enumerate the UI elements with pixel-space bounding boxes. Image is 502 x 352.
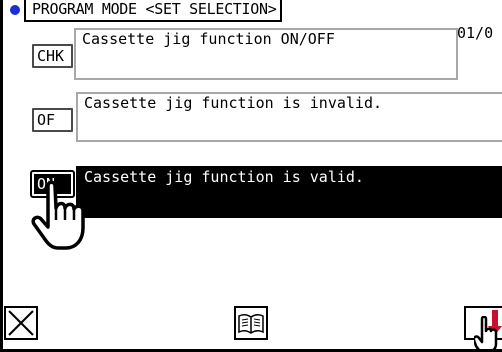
off-button[interactable]: OF bbox=[32, 108, 73, 132]
manual-button[interactable] bbox=[234, 306, 268, 340]
status-dot-icon bbox=[10, 5, 20, 15]
off-description-box: Cassette jig function is invalid. bbox=[76, 92, 502, 142]
chk-button[interactable]: CHK bbox=[32, 44, 73, 68]
off-button-label: OF bbox=[37, 111, 56, 129]
close-icon bbox=[8, 310, 34, 336]
program-mode-screen: PROGRAM MODE <SET SELECTION> 01/0 CHK Ca… bbox=[0, 0, 502, 352]
on-description: Cassette jig function is valid. bbox=[84, 168, 364, 186]
on-description-box: Cassette jig function is valid. bbox=[76, 166, 502, 218]
pointer-hand-small-icon bbox=[474, 316, 498, 352]
left-border bbox=[0, 0, 3, 352]
chk-description: Cassette jig function ON/OFF bbox=[82, 30, 335, 48]
close-button[interactable] bbox=[4, 306, 38, 340]
chk-button-label: CHK bbox=[37, 47, 65, 65]
pointer-hand-icon bbox=[31, 180, 85, 250]
off-description: Cassette jig function is invalid. bbox=[84, 94, 383, 112]
page-number: 01/0 bbox=[457, 24, 494, 42]
page-title: PROGRAM MODE <SET SELECTION> bbox=[24, 0, 283, 22]
chk-description-box: Cassette jig function ON/OFF bbox=[74, 28, 458, 80]
manual-book-icon bbox=[238, 313, 264, 334]
